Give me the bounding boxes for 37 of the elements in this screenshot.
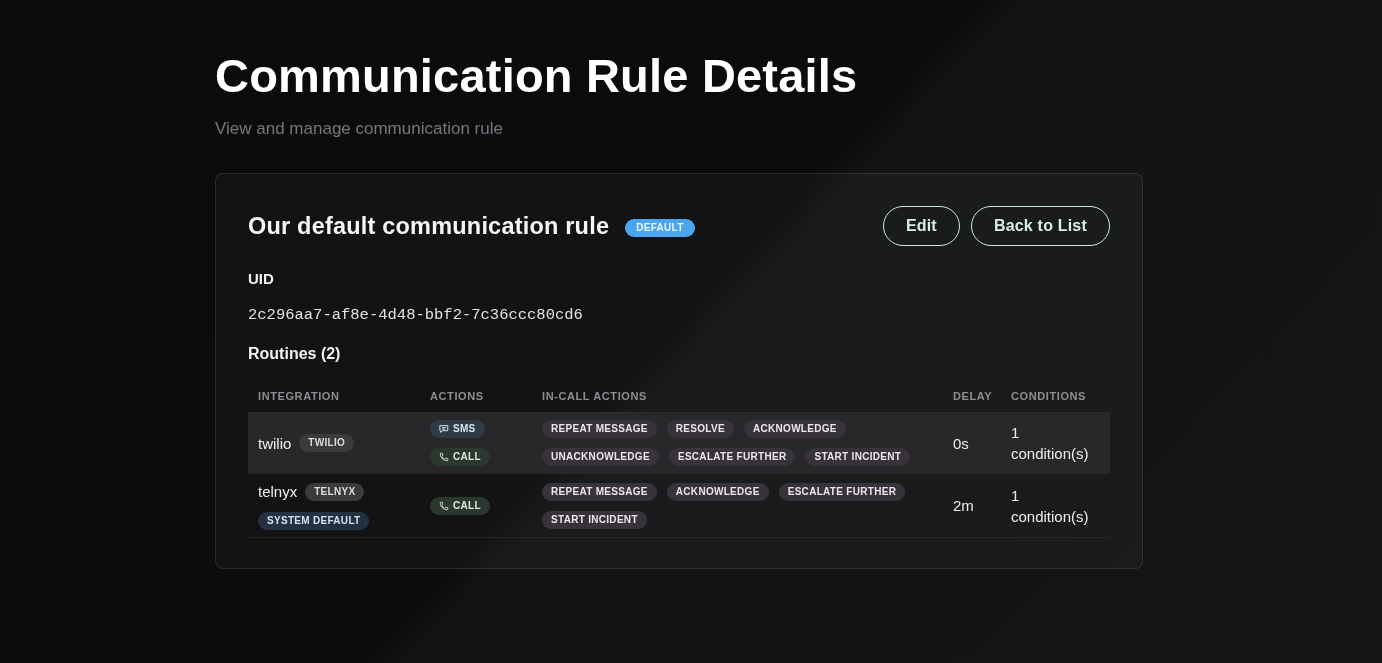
delay-value: 0s <box>953 434 969 452</box>
in-call-action-chip: REPEAT MESSAGE <box>542 420 657 438</box>
routines-heading: Routines (2) <box>248 345 342 363</box>
column-header: INTEGRATION <box>248 380 420 413</box>
default-badge: DEFAULT <box>625 219 695 237</box>
in-call-action-chip: UNACKNOWLEDGE <box>542 448 659 466</box>
column-header: DELAY <box>943 380 1001 413</box>
uid-value: 2c296aa7-af8e-4d48-bbf2-7c36ccc80cd6 <box>248 305 584 325</box>
conditions-value: 1 condition(s) <box>1011 423 1090 464</box>
uid-label: UID <box>248 270 275 288</box>
integration-tag: TWILIO <box>299 434 355 452</box>
column-header: IN-CALL ACTIONS <box>532 380 943 413</box>
action-label: CALL <box>453 450 481 464</box>
in-call-action-chip: RESOLVE <box>666 420 734 438</box>
integration-tag: TELNYX <box>305 482 365 501</box>
page-subtitle: View and manage communication rule <box>215 119 504 139</box>
chat-bubble-icon <box>439 424 449 434</box>
integration-name: twilio <box>258 433 292 454</box>
integration-name: telnyx <box>258 482 298 502</box>
in-call-action-chip: START INCIDENT <box>542 510 647 529</box>
action-label: SMS <box>453 422 476 436</box>
page-title: Communication Rule Details <box>215 48 859 104</box>
phone-icon <box>439 452 449 462</box>
phone-icon <box>439 500 449 511</box>
in-call-action-chip: REPEAT MESSAGE <box>542 482 657 501</box>
action-label: CALL <box>453 498 481 513</box>
in-call-action-chip: ACKNOWLEDGE <box>743 420 846 438</box>
column-header: ACTIONS <box>420 380 532 413</box>
delay-value: 2m <box>953 497 974 514</box>
in-call-action-chip: ESCALATE FURTHER <box>778 482 906 501</box>
column-header: CONDITIONS <box>1001 380 1110 413</box>
system-default-tag: SYSTEM DEFAULT <box>258 512 370 530</box>
conditions-value: 1 condition(s) <box>1011 485 1090 527</box>
rule-title: Our default communication rule <box>248 212 610 240</box>
in-call-action-chip: ESCALATE FURTHER <box>668 448 796 466</box>
in-call-action-chip: START INCIDENT <box>805 448 911 466</box>
in-call-action-chip: ACKNOWLEDGE <box>666 482 769 501</box>
